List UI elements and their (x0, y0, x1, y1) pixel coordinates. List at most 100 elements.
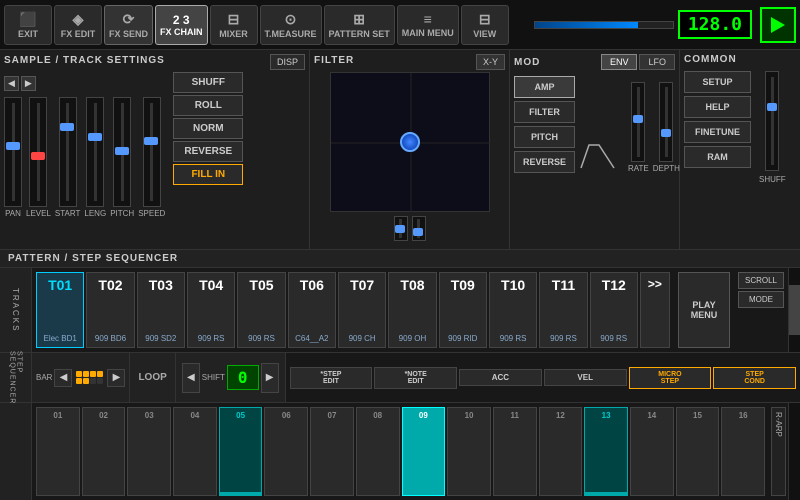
step-button-9[interactable]: 09 (402, 407, 446, 496)
pitch-fader[interactable] (113, 97, 131, 207)
pattern-set-button[interactable]: ⊞ PATTERN SET (324, 5, 395, 45)
view-button[interactable]: ⊟ VIEW (461, 5, 509, 45)
track-cell-4[interactable]: T04 909 RS (187, 272, 235, 348)
filter-fader-ctrl-2[interactable] (412, 216, 426, 241)
dot-7 (90, 378, 96, 384)
note-edit-button[interactable]: *NOTE EDIT (374, 367, 457, 389)
step-button-2[interactable]: 02 (82, 407, 126, 496)
shuff-button[interactable]: SHUFF (173, 72, 243, 93)
track-cell-12[interactable]: T12 909 RS (590, 272, 638, 348)
step-button-3[interactable]: 03 (127, 407, 171, 496)
env-tab[interactable]: ENV (601, 54, 638, 70)
steps-cells: 01 02 03 04 05 06 07 08 09 10 (32, 403, 769, 500)
tracks-more-button[interactable]: >> (640, 272, 670, 348)
level-fader-group: LEVEL (26, 97, 51, 218)
track-cell-3[interactable]: T03 909 SD2 (137, 272, 185, 348)
step-button-1[interactable]: 01 (36, 407, 80, 496)
step-button-13[interactable]: 13 (584, 407, 628, 496)
step-seq-label: STEP SEQUENCER (0, 353, 32, 402)
mode-button[interactable]: MODE (738, 291, 784, 308)
step-button-16[interactable]: 16 (721, 407, 765, 496)
steps-scrollbar[interactable] (788, 403, 800, 500)
step-edit-button[interactable]: *STEP EDIT (290, 367, 373, 389)
filter-section: FILTER X-Y (310, 50, 510, 249)
mixer-button[interactable]: ⊟ MIXER (210, 5, 258, 45)
disp-button[interactable]: DISP (270, 54, 305, 70)
track-cell-11[interactable]: T11 909 RS (539, 272, 587, 348)
bar-controls: BAR ◀ ▶ (32, 353, 130, 402)
steps-label (0, 403, 32, 500)
step-button-15[interactable]: 15 (676, 407, 720, 496)
filter-fader-ctrl-1[interactable] (394, 216, 408, 241)
roll-button[interactable]: ROLL (173, 95, 243, 116)
common-fader[interactable] (765, 71, 779, 171)
setup-button[interactable]: SETUP (684, 71, 751, 93)
help-button[interactable]: HELP (684, 96, 751, 118)
start-fader[interactable] (59, 97, 77, 207)
step-button-14[interactable]: 14 (630, 407, 674, 496)
r-arp-button[interactable]: R-ARP (771, 407, 786, 496)
indicator-dots (76, 371, 103, 384)
lfo-tab[interactable]: LFO (639, 54, 675, 70)
micro-step-button[interactable]: MICRO STEP (629, 367, 712, 389)
track-cell-9[interactable]: T09 909 RID (439, 272, 487, 348)
vel-button[interactable]: VEL (544, 369, 627, 386)
norm-button[interactable]: NORM (173, 118, 243, 139)
reverse-button[interactable]: REVERSE (173, 141, 243, 162)
shift-prev-button[interactable]: ◀ (182, 363, 200, 393)
step-button-5[interactable]: 05 (219, 407, 263, 496)
track-cell-2[interactable]: T02 909 BD6 (86, 272, 134, 348)
exit-button[interactable]: ⬛ EXIT (4, 5, 52, 45)
play-button[interactable] (760, 7, 796, 43)
step-indicator (220, 492, 262, 495)
track-cell-10[interactable]: T10 909 RS (489, 272, 537, 348)
step-button-6[interactable]: 06 (264, 407, 308, 496)
t-measure-icon: ⊙ (285, 11, 297, 28)
xy-button[interactable]: X-Y (476, 54, 505, 70)
shift-next-button[interactable]: ▶ (261, 363, 279, 393)
depth-fader[interactable] (659, 82, 673, 162)
track-cell-1[interactable]: T01 Elec BD1 (36, 272, 84, 348)
bar-prev-button[interactable]: ◀ (54, 369, 72, 387)
fx-send-button[interactable]: ⟳ FX SEND (104, 5, 153, 45)
scroll-button[interactable]: SCROLL (738, 272, 784, 289)
tracks-scrollbar[interactable] (788, 268, 800, 352)
track-cell-7[interactable]: T07 909 CH (338, 272, 386, 348)
arrow-left-button[interactable]: ◀ (4, 76, 19, 91)
filter-xy-pad[interactable] (330, 72, 490, 212)
track-cell-6[interactable]: T06 C64__A2 (288, 272, 336, 348)
step-button-8[interactable]: 08 (356, 407, 400, 496)
step-button-12[interactable]: 12 (539, 407, 583, 496)
track-cell-5[interactable]: T05 909 RS (237, 272, 285, 348)
level-fader[interactable] (29, 97, 47, 207)
dot-8 (97, 378, 103, 384)
t-measure-button[interactable]: ⊙ T.MEASURE (260, 5, 322, 45)
leng-fader[interactable] (86, 97, 104, 207)
filter-header: FILTER X-Y (314, 54, 505, 70)
step-cond-button[interactable]: STEP COND (713, 367, 796, 389)
main-menu-icon: ≡ (424, 11, 432, 27)
track-cell-8[interactable]: T08 909 OH (388, 272, 436, 348)
finetune-button[interactable]: FINETUNE (684, 121, 751, 143)
ram-button[interactable]: RAM (684, 146, 751, 168)
rate-fader[interactable] (631, 82, 645, 162)
filter-fader-1 (394, 216, 408, 241)
speed-fader[interactable] (143, 97, 161, 207)
fillin-button[interactable]: FILL IN (173, 164, 243, 185)
play-menu-button[interactable]: PLAY MENU (678, 272, 730, 348)
tracks-row: TRACKS T01 Elec BD1 T02 909 BD6 T03 909 … (0, 268, 800, 353)
step-button-11[interactable]: 11 (493, 407, 537, 496)
arrow-right-button[interactable]: ▶ (21, 76, 36, 91)
fx-chain-button[interactable]: 2 3 FX CHAIN (155, 5, 208, 45)
step-button-4[interactable]: 04 (173, 407, 217, 496)
bar-next-button[interactable]: ▶ (107, 369, 125, 387)
step-button-7[interactable]: 07 (310, 407, 354, 496)
pan-fader-group: PAN (4, 97, 22, 218)
fx-edit-button[interactable]: ◈ FX EDIT (54, 5, 102, 45)
acc-button[interactable]: ACC (459, 369, 542, 386)
step-indicator (403, 492, 445, 495)
middle-section: SAMPLE / TRACK SETTINGS DISP ◀ ▶ PAN (0, 50, 800, 250)
pan-fader[interactable] (4, 97, 22, 207)
main-menu-button[interactable]: ≡ MAIN MENU (397, 5, 459, 45)
step-button-10[interactable]: 10 (447, 407, 491, 496)
